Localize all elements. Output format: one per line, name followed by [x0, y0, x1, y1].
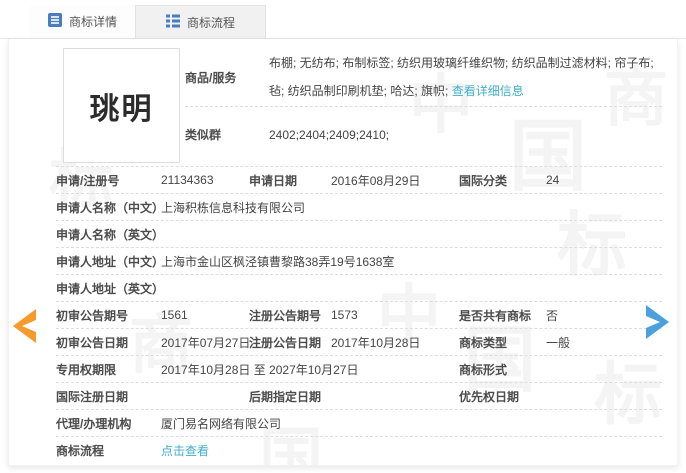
- field-row: 申请人名称（中文） 上海积栋信息科技有限公司: [56, 194, 662, 221]
- field-label: 注册公告期号: [249, 308, 322, 323]
- prev-page-button[interactable]: [10, 308, 38, 347]
- field-row: 国际注册日期 后期指定日期 优先权日期: [56, 383, 662, 410]
- field-value: 2016年08月29日: [331, 173, 421, 188]
- similar-group-row: 类似群 2402;2404;2409;2410;: [185, 107, 662, 162]
- field-label: 商标类型: [459, 335, 508, 350]
- field-row: 初审公告日期 2017年07月27日 注册公告日期 2017年10月28日 商标…: [56, 329, 662, 356]
- field-value: 24: [546, 173, 560, 187]
- field-label: 商标流程: [56, 444, 105, 458]
- field-row: 申请人地址（英文）: [56, 275, 662, 302]
- field-label: 注册公告日期: [249, 335, 322, 350]
- field-value: 1573: [331, 308, 358, 322]
- field-label: 初审公告日期: [56, 335, 129, 350]
- field-label: 后期指定日期: [249, 389, 322, 404]
- field-label: 是否共有商标: [459, 308, 532, 323]
- document-icon: [48, 13, 62, 30]
- field-label: 专用权期限: [56, 362, 117, 377]
- tab-label: 商标流程: [187, 15, 236, 30]
- view-details-link[interactable]: 查看详细信息: [452, 84, 524, 98]
- field-label: 商标形式: [459, 362, 508, 377]
- field-value: 1561: [161, 308, 188, 322]
- field-label: 申请人名称（英文）: [56, 227, 165, 242]
- field-label: 国际分类: [459, 173, 508, 188]
- trademark-detail-panel: 中 国 商 标 中 国 商 标 国 标 珧明 商品/服务 布棚; 无纺布; 布制…: [8, 39, 678, 466]
- field-label: 初审公告期号: [56, 308, 129, 323]
- trademark-summary-section: 珧明 商品/服务 布棚; 无纺布; 布制标签; 纺织用玻璃纤维织物; 纺织品制过…: [56, 39, 662, 167]
- next-page-button[interactable]: [644, 304, 672, 343]
- field-value: 上海积栋信息科技有限公司: [161, 200, 306, 215]
- field-label: 申请日期: [249, 173, 298, 188]
- field-row: 专用权期限 2017年10月28日 至 2027年10月27日 商标形式: [56, 356, 662, 383]
- field-value: 21134363: [161, 173, 214, 187]
- field-label: 国际注册日期: [56, 389, 129, 404]
- goods-text: 布棚; 无纺布; 布制标签; 纺织用玻璃纤维织物; 纺织品制过滤材料; 帘子布;…: [269, 49, 662, 105]
- field-value: 2017年10月28日 至 2027年10月27日: [161, 362, 359, 377]
- similar-group-label: 类似群: [185, 128, 222, 142]
- field-label: 申请/注册号: [56, 173, 120, 188]
- trademark-image-box: 珧明: [63, 48, 180, 163]
- field-row: 代理/办理机构 厦门易名网络有限公司: [56, 410, 662, 437]
- field-value: 厦门易名网络有限公司: [161, 416, 282, 431]
- chevron-left-icon: [10, 309, 38, 347]
- field-value: 2017年07月27日: [161, 335, 251, 350]
- field-label: 优先权日期: [459, 389, 520, 404]
- tab-bar: 商标详情 商标流程: [0, 0, 686, 39]
- field-label: 申请人名称（中文）: [56, 200, 165, 215]
- tab-trademark-detail[interactable]: 商标详情: [30, 5, 136, 38]
- tab-label: 商标详情: [69, 15, 118, 29]
- field-row: 申请人名称（英文）: [56, 221, 662, 248]
- tab-trademark-process[interactable]: 商标流程: [135, 5, 267, 38]
- list-icon: [166, 14, 181, 31]
- goods-label: 商品/服务: [185, 70, 237, 85]
- field-value: 上海市金山区枫泾镇曹黎路38弄19号1638室: [161, 254, 395, 269]
- field-row: 申请人地址（中文） 上海市金山区枫泾镇曹黎路38弄19号1638室: [56, 248, 662, 275]
- field-value: 2017年10月28日: [331, 335, 421, 350]
- chevron-right-icon: [644, 305, 672, 343]
- trademark-name: 珧明: [89, 92, 154, 126]
- similar-group-value: 2402;2404;2409;2410;: [269, 127, 390, 142]
- field-row: 初审公告期号 1561 注册公告期号 1573 是否共有商标 否: [56, 302, 662, 329]
- goods-row: 商品/服务 布棚; 无纺布; 布制标签; 纺织用玻璃纤维织物; 纺织品制过滤材料…: [185, 48, 662, 107]
- click-view-link[interactable]: 点击查看: [161, 444, 209, 458]
- goods-table: 商品/服务 布棚; 无纺布; 布制标签; 纺织用玻璃纤维织物; 纺织品制过滤材料…: [185, 48, 662, 163]
- field-row: 商标流程 点击查看: [56, 437, 662, 464]
- field-label: 申请人地址（英文）: [56, 281, 165, 296]
- panel-content: 珧明 商品/服务 布棚; 无纺布; 布制标签; 纺织用玻璃纤维织物; 纺织品制过…: [9, 39, 677, 464]
- field-label: 代理/办理机构: [56, 416, 132, 431]
- field-label: 申请人地址（中文）: [56, 254, 165, 269]
- field-row: 申请/注册号 21134363 申请日期 2016年08月29日 国际分类 24: [56, 167, 662, 194]
